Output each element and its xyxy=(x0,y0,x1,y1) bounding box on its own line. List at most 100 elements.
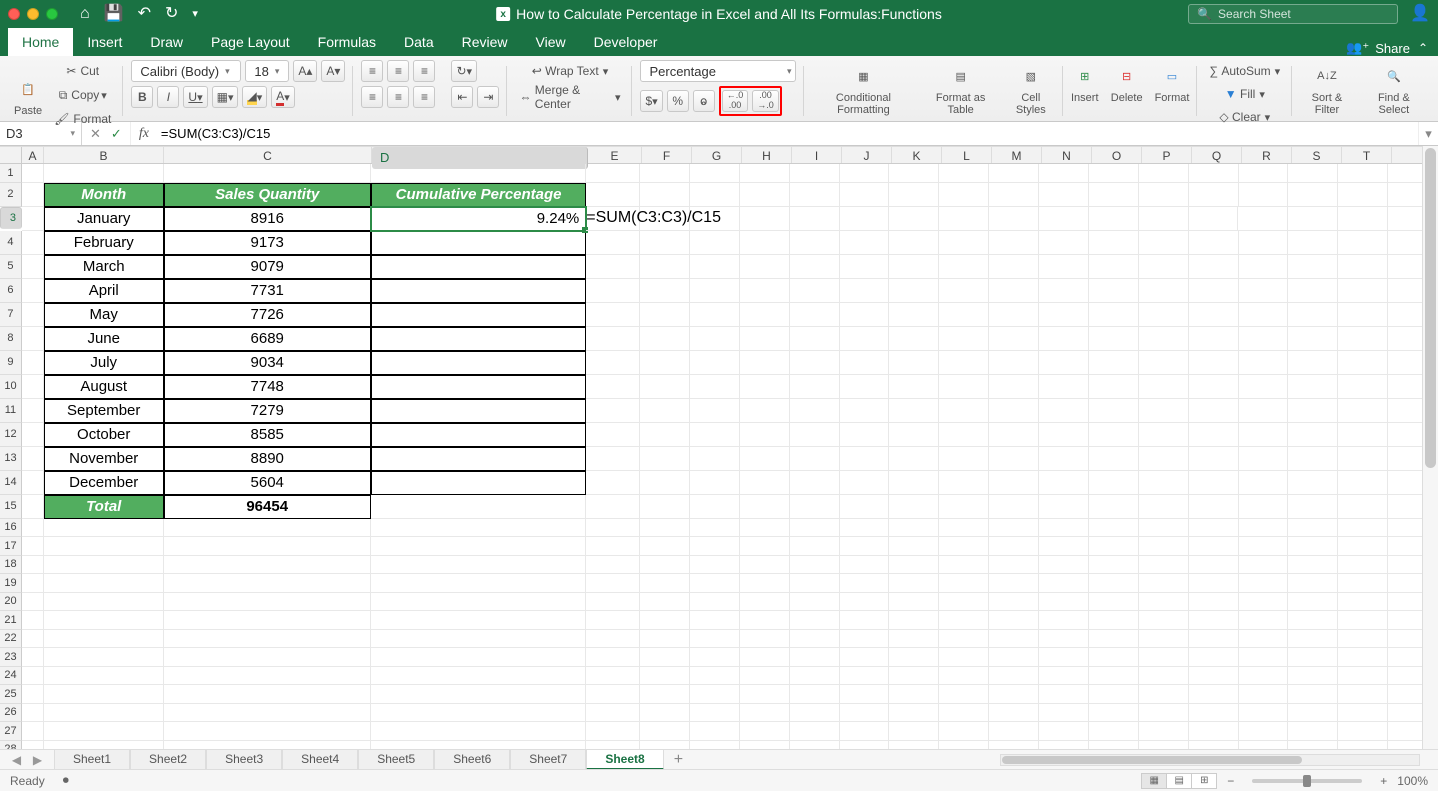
cell-blank[interactable] xyxy=(640,399,690,423)
increase-decimal-button[interactable]: ←.0.00 xyxy=(722,90,749,112)
cell-blank[interactable] xyxy=(1039,611,1089,630)
scrollbar-thumb[interactable] xyxy=(1002,756,1302,764)
cell-blank[interactable] xyxy=(1239,423,1289,447)
cell-blank[interactable] xyxy=(1189,648,1239,667)
cell-blank[interactable] xyxy=(1239,574,1289,593)
col-header-N[interactable]: N xyxy=(1042,147,1092,163)
cell-blank[interactable] xyxy=(1039,556,1089,575)
cell-blank[interactable] xyxy=(1139,351,1189,375)
cell-blank[interactable] xyxy=(640,164,690,183)
cell-blank[interactable] xyxy=(1338,495,1388,519)
col-header-H[interactable]: H xyxy=(742,147,792,163)
row-header-26[interactable]: 26 xyxy=(0,704,22,723)
cell-blank[interactable] xyxy=(790,303,840,327)
sheet-prev-icon[interactable]: ◀ xyxy=(12,753,21,767)
cell-blank[interactable] xyxy=(939,574,989,593)
cell-blank[interactable] xyxy=(939,593,989,612)
cell-blank[interactable] xyxy=(1089,741,1139,750)
cell-blank[interactable] xyxy=(989,611,1039,630)
cell-blank[interactable] xyxy=(1338,351,1388,375)
cell-blank[interactable] xyxy=(790,351,840,375)
cell-blank[interactable] xyxy=(1288,183,1338,207)
cell-B15[interactable]: Total xyxy=(44,495,164,519)
cell-blank[interactable] xyxy=(1189,399,1239,423)
cell-blank[interactable] xyxy=(889,303,939,327)
cell-B11[interactable]: September xyxy=(44,399,164,423)
cell-blank[interactable] xyxy=(1189,722,1239,741)
decrease-decimal-button[interactable]: .00→.0 xyxy=(752,90,779,112)
cell-A1[interactable] xyxy=(22,164,44,183)
italic-button[interactable]: I xyxy=(157,86,179,108)
sheet-tab-6[interactable]: Sheet6 xyxy=(434,750,510,770)
sheet-tab-7[interactable]: Sheet7 xyxy=(510,750,586,770)
cell-blank[interactable] xyxy=(989,231,1039,255)
cell-blank[interactable] xyxy=(1039,574,1089,593)
col-header-Q[interactable]: Q xyxy=(1192,147,1242,163)
cell-blank[interactable] xyxy=(939,255,989,279)
cell-blank[interactable] xyxy=(1338,231,1388,255)
cell-blank[interactable] xyxy=(1239,741,1289,750)
cell-blank[interactable] xyxy=(1288,447,1338,471)
cell-blank[interactable] xyxy=(1189,685,1239,704)
cell-blank[interactable] xyxy=(790,593,840,612)
view-layout-button[interactable]: ▤ xyxy=(1166,773,1192,789)
cell-blank[interactable] xyxy=(1338,630,1388,649)
cell-blank[interactable] xyxy=(1239,630,1289,649)
search-sheet-input[interactable]: 🔍 Search Sheet xyxy=(1188,4,1398,24)
view-normal-button[interactable]: ▦ xyxy=(1141,773,1167,789)
cell-blank[interactable] xyxy=(1139,327,1189,351)
cell-blank[interactable] xyxy=(640,667,690,686)
cell-blank[interactable] xyxy=(690,471,740,495)
cell-blank[interactable] xyxy=(740,231,790,255)
cell-blank[interactable] xyxy=(1238,207,1288,231)
bold-button[interactable]: B xyxy=(131,86,153,108)
cell-blank[interactable] xyxy=(790,648,840,667)
zoom-in-button[interactable]: + xyxy=(1380,774,1387,788)
cell-B8[interactable]: June xyxy=(44,327,164,351)
cell-blank[interactable] xyxy=(1239,519,1289,538)
cell-blank[interactable] xyxy=(1089,611,1139,630)
cell-blank[interactable] xyxy=(740,574,790,593)
cell-blank[interactable] xyxy=(790,704,840,723)
cell-blank[interactable] xyxy=(1139,447,1189,471)
cell-blank[interactable] xyxy=(939,537,989,556)
cell-blank[interactable] xyxy=(1239,722,1289,741)
cell-blank[interactable] xyxy=(1288,704,1338,723)
cell-C12[interactable]: 8585 xyxy=(164,423,371,447)
cell-blank[interactable] xyxy=(989,303,1039,327)
tab-insert[interactable]: Insert xyxy=(73,28,136,56)
cell-blank[interactable] xyxy=(1089,375,1139,399)
cell-blank[interactable] xyxy=(939,722,989,741)
sheet-tab-8[interactable]: Sheet8 xyxy=(586,750,663,770)
sheet-tab-1[interactable]: Sheet1 xyxy=(54,750,130,770)
cell-blank[interactable] xyxy=(1288,574,1338,593)
cell-blank[interactable] xyxy=(1139,255,1189,279)
cell-blank[interactable] xyxy=(889,519,939,538)
cell-blank[interactable] xyxy=(1338,255,1388,279)
cell-blank[interactable] xyxy=(740,164,790,183)
cell-blank[interactable] xyxy=(939,611,989,630)
cell-blank[interactable] xyxy=(1089,327,1139,351)
cell-blank[interactable] xyxy=(1338,327,1388,351)
tab-data[interactable]: Data xyxy=(390,28,448,56)
row-header-4[interactable]: 4 xyxy=(0,231,22,255)
row-header-17[interactable]: 17 xyxy=(0,537,22,556)
cell-blank[interactable] xyxy=(1189,207,1239,231)
cell-blank[interactable] xyxy=(1288,722,1338,741)
cell-A2[interactable] xyxy=(22,183,44,207)
cell-blank[interactable] xyxy=(1288,630,1338,649)
row-header-18[interactable]: 18 xyxy=(0,556,22,575)
cell-blank[interactable] xyxy=(1189,519,1239,538)
cell-D12[interactable] xyxy=(371,423,586,447)
cell-blank[interactable] xyxy=(740,611,790,630)
cell-blank[interactable] xyxy=(1039,667,1089,686)
cell-blank[interactable] xyxy=(1089,648,1139,667)
cell-blank[interactable] xyxy=(690,255,740,279)
cell-blank[interactable] xyxy=(1039,207,1089,231)
cell-blank[interactable] xyxy=(1338,207,1388,231)
cell-blank[interactable] xyxy=(840,495,890,519)
cell-blank[interactable] xyxy=(889,741,939,750)
cell-blank[interactable] xyxy=(1189,327,1239,351)
cell-blank[interactable] xyxy=(840,255,890,279)
cell-blank[interactable] xyxy=(1288,611,1338,630)
